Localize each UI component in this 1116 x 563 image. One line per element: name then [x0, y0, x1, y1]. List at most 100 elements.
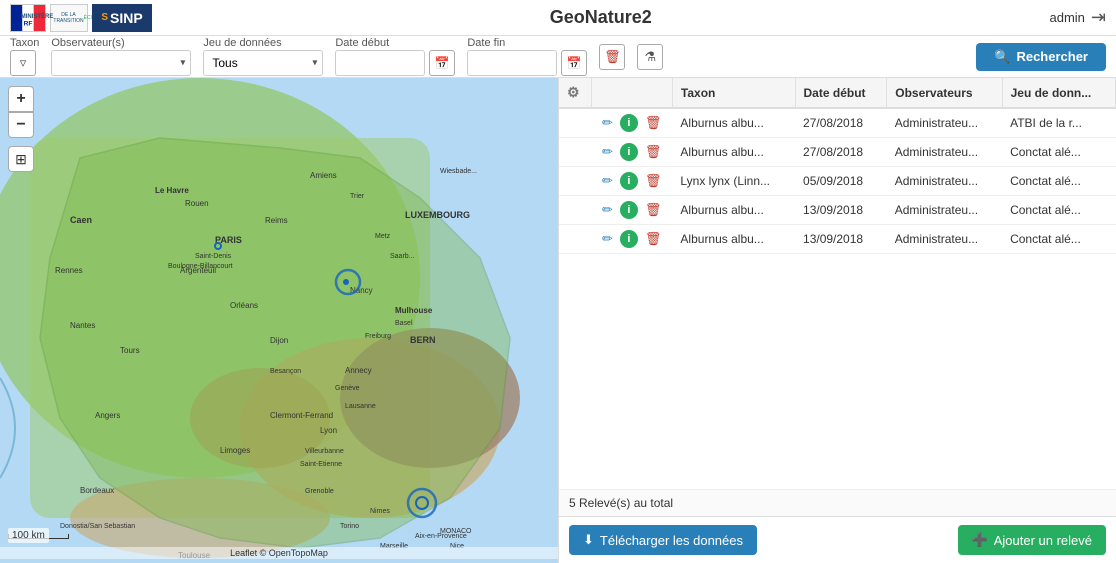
logout-icon[interactable]: ⇥: [1091, 7, 1106, 28]
date-cell: 27/08/2018: [795, 108, 887, 138]
jeu-cell: Conctat alé...: [1002, 225, 1115, 254]
svg-text:Wiesbade...: Wiesbade...: [440, 168, 477, 175]
date-cell: 13/09/2018: [795, 225, 887, 254]
taxon-cell: Alburnus albu...: [672, 225, 795, 254]
main-content: Le Havre Rouen Caen Rennes Nantes Tours …: [0, 78, 1116, 563]
svg-text:Nimes: Nimes: [370, 508, 390, 515]
svg-text:Amiens: Amiens: [310, 171, 337, 180]
delete-button[interactable]: 🗑: [642, 143, 665, 161]
col-actions: [591, 78, 672, 108]
trash-icon: 🗑: [604, 49, 621, 65]
table-row: ✏ i 🗑 Alburnus albu... 27/08/2018 Admini…: [559, 108, 1116, 138]
date-fin-input[interactable]: [467, 50, 557, 76]
svg-text:Clermont-Ferrand: Clermont-Ferrand: [270, 411, 333, 420]
svg-text:Donostia/San Sebastian: Donostia/San Sebastian: [60, 523, 135, 530]
date-debut-input[interactable]: [335, 50, 425, 76]
filter-funnel-icon: ⚗: [645, 49, 657, 65]
date-fin-label: Date fin: [467, 37, 587, 49]
svg-text:Besançon: Besançon: [270, 368, 301, 375]
date-debut-calendar-button[interactable]: 📅: [429, 50, 455, 76]
svg-text:Mulhouse: Mulhouse: [395, 306, 433, 315]
zoom-out-button[interactable]: −: [8, 112, 34, 138]
date-cell: 05/09/2018: [795, 167, 887, 196]
delete-button[interactable]: 🗑: [642, 201, 665, 219]
svg-text:Saarb...: Saarb...: [390, 253, 415, 260]
zoom-in-button[interactable]: +: [8, 86, 34, 112]
calendar-icon-fin: 📅: [567, 56, 582, 70]
svg-text:Angers: Angers: [95, 411, 120, 420]
info-button[interactable]: i: [620, 143, 638, 161]
jeu-cell: Conctat alé...: [1002, 138, 1115, 167]
map-area[interactable]: Le Havre Rouen Caen Rennes Nantes Tours …: [0, 78, 558, 563]
observations-table: ⚙ Taxon Date début Observateurs Jeu de d…: [559, 78, 1116, 254]
info-button[interactable]: i: [620, 230, 638, 248]
settings-icon[interactable]: ⚙: [567, 84, 580, 100]
add-releve-button[interactable]: ➕ Ajouter un relevé: [958, 525, 1106, 555]
bottom-bar: ⬇ Télécharger les données ➕ Ajouter un r…: [559, 516, 1116, 563]
table-row: ✏ i 🗑 Alburnus albu... 27/08/2018 Admini…: [559, 138, 1116, 167]
row-settings: [559, 138, 591, 167]
edit-button[interactable]: ✏: [599, 114, 616, 132]
svg-text:Dijon: Dijon: [270, 336, 288, 345]
row-settings: [559, 167, 591, 196]
info-button[interactable]: i: [620, 172, 638, 190]
scale-label: 100 km: [12, 530, 45, 541]
info-button[interactable]: i: [620, 114, 638, 132]
svg-text:Annecy: Annecy: [345, 366, 372, 375]
date-fin-group: Date fin 📅: [467, 37, 587, 76]
svg-text:Boulogne-Billancourt: Boulogne-Billancourt: [168, 263, 233, 270]
taxon-cell: Alburnus albu...: [672, 138, 795, 167]
observateur-select-wrap: ▾: [51, 50, 191, 76]
taxon-filter-button[interactable]: ▿: [10, 50, 36, 76]
jeu-select-wrap: Tous ATBI de la r... Conctat aléa... ▾: [203, 50, 323, 76]
table-row: ✏ i 🗑 Alburnus albu... 13/09/2018 Admini…: [559, 225, 1116, 254]
jeu-label: Jeu de données: [203, 37, 323, 49]
table-wrapper[interactable]: ⚙ Taxon Date début Observateurs Jeu de d…: [559, 78, 1116, 489]
delete-button[interactable]: 🗑: [642, 172, 665, 190]
col-settings: ⚙: [559, 78, 591, 108]
sinp-logo: SSINP: [92, 4, 152, 32]
logos: RF MINISTÈRE DE LA TRANSITION ÉCOLOGIQUE…: [10, 4, 152, 32]
date-debut-controls: 📅: [335, 50, 455, 76]
edit-button[interactable]: ✏: [599, 172, 616, 190]
observateur-cell: Administrateu...: [887, 138, 1002, 167]
observateur-input[interactable]: [51, 50, 191, 76]
taxon-filter-group: Taxon ▿: [10, 37, 39, 76]
edit-button[interactable]: ✏: [599, 143, 616, 161]
results-panel: ⚙ Taxon Date début Observateurs Jeu de d…: [558, 78, 1116, 563]
svg-text:MONACO: MONACO: [440, 528, 472, 535]
jeu-select[interactable]: Tous ATBI de la r... Conctat aléa...: [203, 50, 323, 76]
search-button[interactable]: 🔍 Rechercher: [976, 43, 1106, 71]
svg-text:Nantes: Nantes: [70, 321, 95, 330]
row-actions: ✏ i 🗑: [591, 108, 672, 138]
plus-icon: ➕: [972, 532, 988, 548]
download-button[interactable]: ⬇ Télécharger les données: [569, 525, 757, 555]
layers-icon: ⊞: [15, 151, 27, 168]
col-taxon: Taxon: [672, 78, 795, 108]
row-settings: [559, 225, 591, 254]
taxon-label: Taxon: [10, 37, 39, 49]
main-filter-button[interactable]: ⚗: [637, 44, 663, 70]
delete-button[interactable]: 🗑: [642, 230, 665, 248]
svg-text:LUXEMBOURG: LUXEMBOURG: [405, 210, 470, 220]
info-button[interactable]: i: [620, 201, 638, 219]
col-jeu: Jeu de donn...: [1002, 78, 1115, 108]
edit-button[interactable]: ✏: [599, 201, 616, 219]
date-fin-controls: 📅: [467, 50, 587, 76]
edit-button[interactable]: ✏: [599, 230, 616, 248]
observateur-label: Observateur(s): [51, 37, 191, 49]
svg-text:Tours: Tours: [120, 346, 140, 355]
svg-text:Saint-Denis: Saint-Denis: [195, 253, 232, 260]
clear-dates-button[interactable]: 🗑: [599, 44, 625, 70]
svg-text:Saint-Etienne: Saint-Etienne: [300, 461, 342, 468]
app-header: RF MINISTÈRE DE LA TRANSITION ÉCOLOGIQUE…: [0, 0, 1116, 36]
taxon-cell: Lynx lynx (Linn...: [672, 167, 795, 196]
calendar-icon: 📅: [435, 56, 450, 70]
map-layer-button[interactable]: ⊞: [8, 146, 34, 172]
taxon-cell: Alburnus albu...: [672, 196, 795, 225]
jeu-cell: Conctat alé...: [1002, 196, 1115, 225]
date-debut-label: Date début: [335, 37, 455, 49]
date-fin-calendar-button[interactable]: 📅: [561, 50, 587, 76]
delete-button[interactable]: 🗑: [642, 114, 665, 132]
taxon-cell: Alburnus albu...: [672, 108, 795, 138]
